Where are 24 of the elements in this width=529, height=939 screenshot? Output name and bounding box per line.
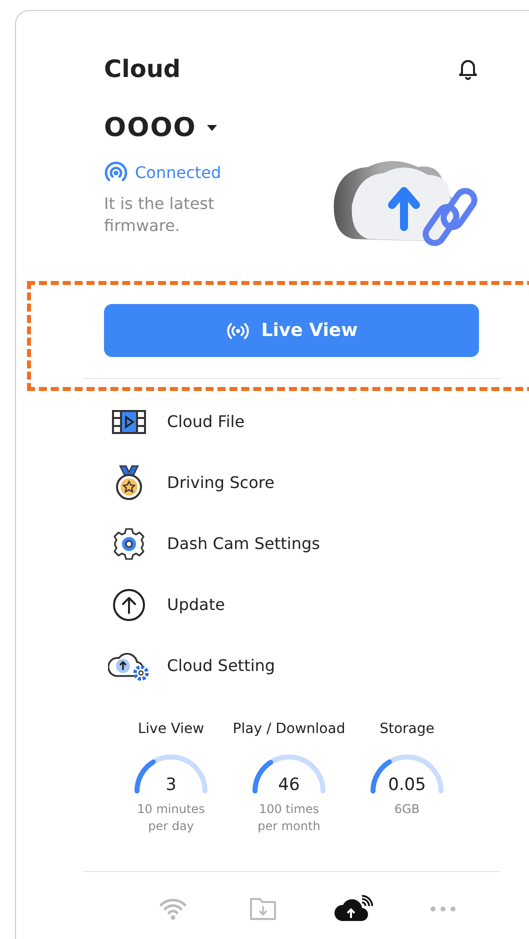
usage-caption: 100 times per month bbox=[256, 801, 322, 835]
usage-value: 0.05 bbox=[387, 775, 427, 795]
device-name[interactable]: OOOO bbox=[104, 113, 196, 143]
menu-item[interactable]: Update bbox=[104, 574, 479, 635]
broadcast-icon bbox=[225, 322, 252, 340]
usage-label: Storage bbox=[380, 721, 434, 737]
live-view-button[interactable]: Live View bbox=[104, 304, 479, 357]
usage-label: Play / Download bbox=[232, 721, 346, 737]
notification-bell-icon[interactable] bbox=[458, 58, 478, 80]
cloud-upload-icon[interactable] bbox=[333, 895, 373, 923]
usage-value: 3 bbox=[164, 775, 178, 795]
menu-item[interactable]: Driving Score bbox=[104, 452, 479, 513]
caret-icon[interactable] bbox=[206, 124, 218, 132]
menu-item[interactable]: Cloud File bbox=[104, 391, 479, 452]
page-title: Cloud bbox=[104, 55, 181, 83]
usage-caption: 10 minutes per day bbox=[136, 801, 206, 835]
cloud-settings-icon bbox=[108, 650, 150, 680]
firmware-note: It is the latest firmware. bbox=[104, 193, 216, 237]
usage-value: 46 bbox=[277, 775, 301, 795]
menu-item[interactable]: Cloud Setting bbox=[104, 635, 479, 696]
menu-item[interactable]: Dash Cam Settings bbox=[104, 513, 479, 574]
usage-label: Live View bbox=[138, 721, 204, 737]
connection-status: Connected bbox=[135, 162, 222, 182]
usage-caption: 6GB bbox=[393, 801, 421, 818]
